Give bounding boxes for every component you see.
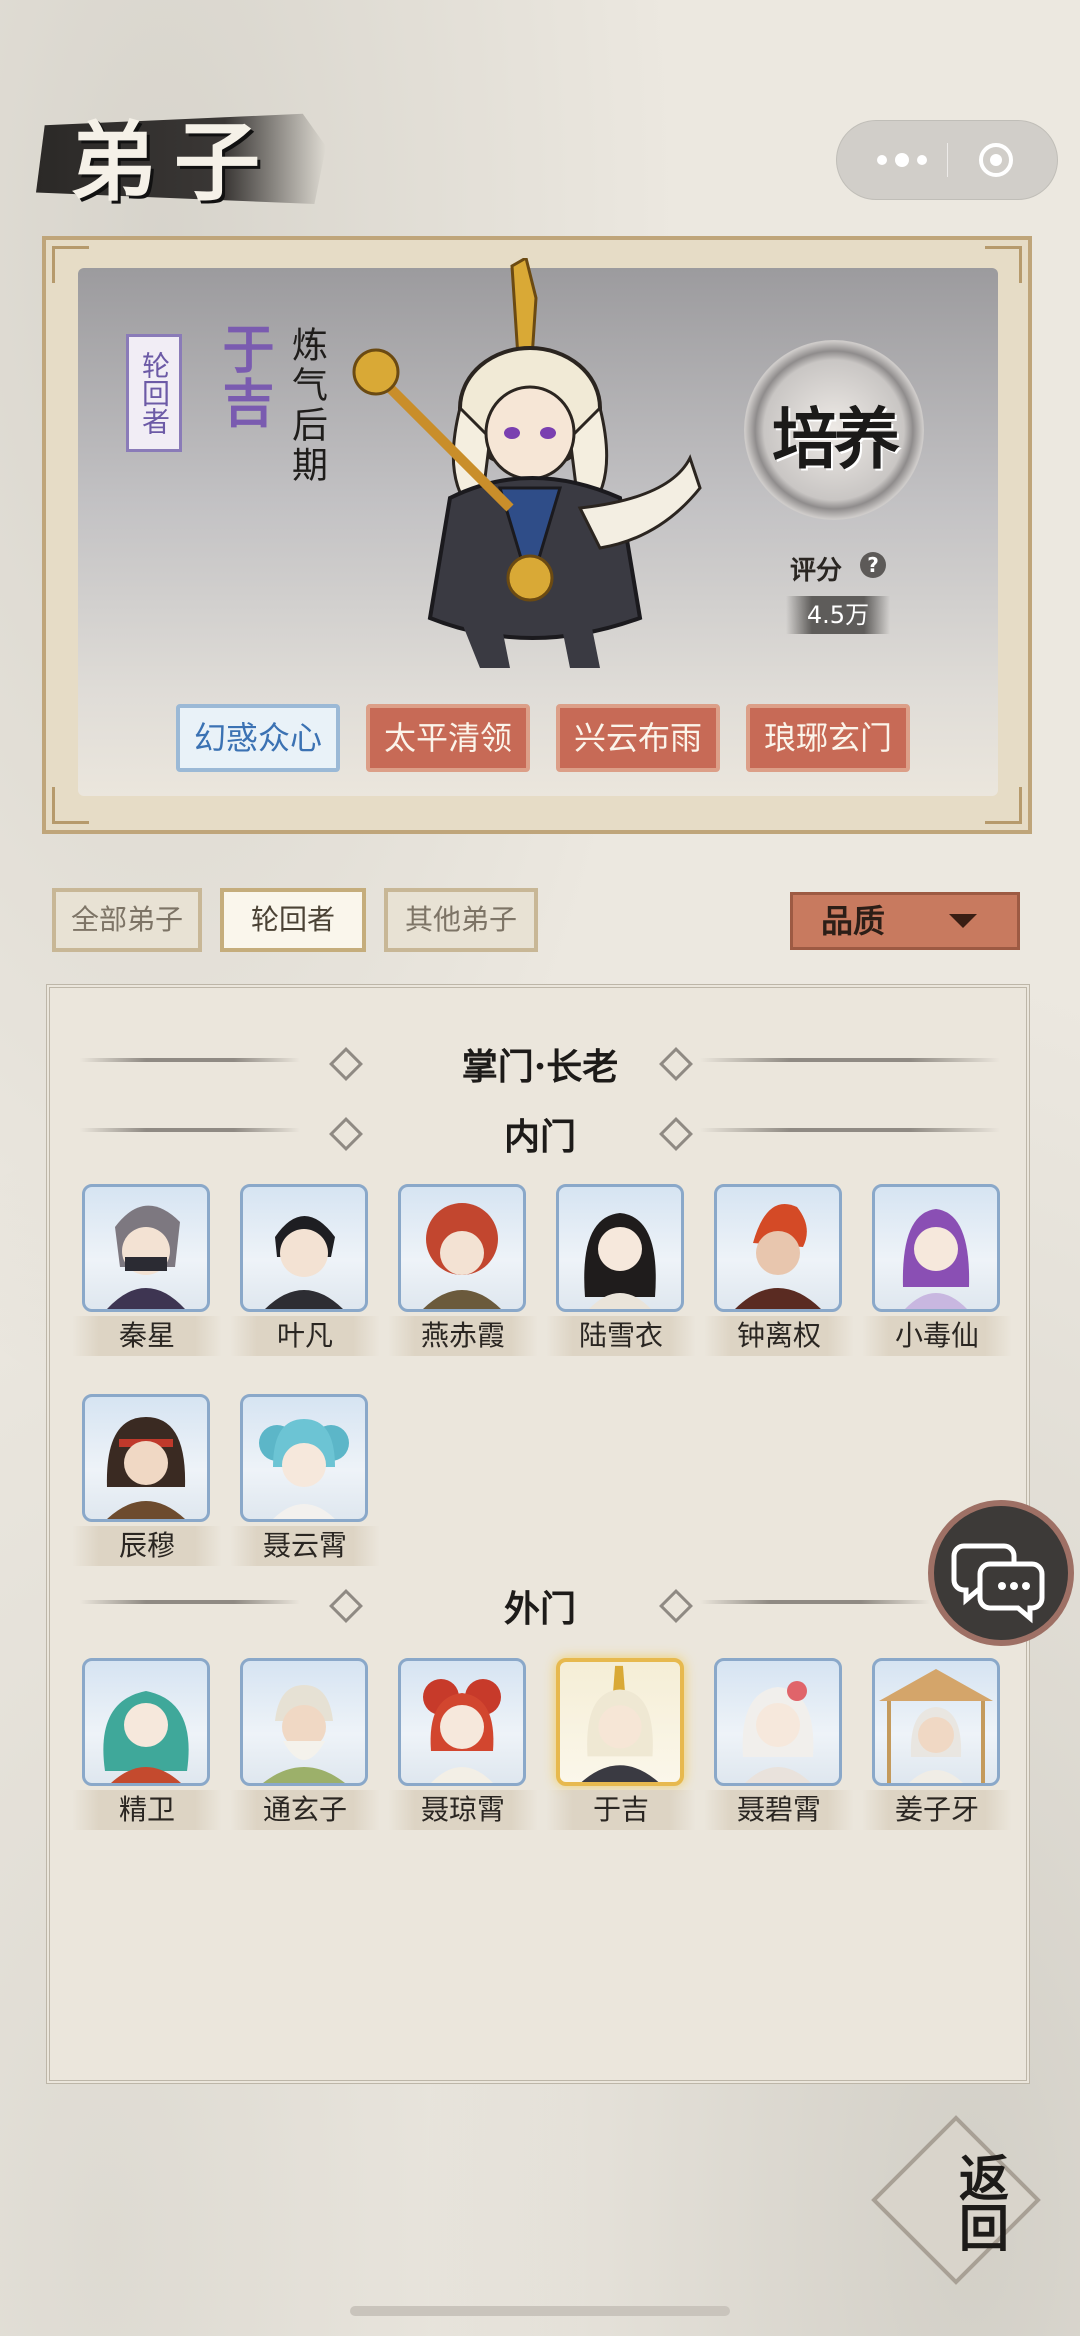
skill-button-1[interactable]: 幻惑众心 (176, 704, 340, 772)
disciple-card[interactable]: 秦星 (72, 1184, 222, 1360)
section-leaders-title: 掌门·长老 (461, 1046, 619, 1088)
target-circle-icon[interactable] (977, 141, 1015, 179)
tab-other-disciples[interactable]: 其他弟子 (384, 888, 538, 952)
more-dots-icon[interactable] (863, 141, 941, 179)
section-outer-title: 外门 (503, 1588, 576, 1630)
disciple-name: 精卫 (72, 1790, 222, 1830)
tab-reincarnators[interactable]: 轮回者 (220, 888, 366, 952)
skill-button-4[interactable]: 琅琊玄门 (746, 704, 910, 772)
home-indicator (350, 2306, 730, 2316)
score-label: 评分 (790, 556, 843, 586)
back-button-label: 返回 (951, 2152, 1010, 2252)
disciple-name: 钟离权 (704, 1316, 854, 1356)
disciple-card[interactable]: 聂琼霄 (388, 1658, 538, 1834)
disciple-portrait (240, 1394, 368, 1522)
section-inner-title: 内门 (503, 1116, 576, 1158)
disciple-card[interactable]: 辰穆 (72, 1394, 222, 1570)
cultivate-label: 培养 (772, 400, 900, 478)
disciple-name: 秦星 (72, 1316, 222, 1356)
character-realm: 炼气后期 (286, 326, 327, 486)
disciple-card[interactable]: 陆雪衣 (546, 1184, 696, 1360)
disciple-name: 陆雪衣 (546, 1316, 696, 1356)
skill-button-2[interactable]: 太平清领 (366, 704, 530, 772)
disciple-portrait (398, 1184, 526, 1312)
disciple-name: 于吉 (546, 1790, 696, 1830)
disciple-name: 通玄子 (230, 1790, 380, 1830)
mini-program-capsule (836, 120, 1058, 200)
capsule-divider (947, 143, 948, 177)
disciple-card[interactable]: 精卫 (72, 1658, 222, 1834)
disciple-portrait (714, 1184, 842, 1312)
disciple-portrait (240, 1658, 368, 1786)
quality-caret-icon (949, 914, 977, 928)
disciple-portrait (82, 1184, 210, 1312)
section-divider (700, 1128, 1000, 1132)
section-divider (700, 1058, 1000, 1062)
help-icon[interactable]: ? (860, 552, 886, 578)
disciple-card-selected[interactable]: 于吉 (546, 1658, 696, 1834)
disciple-portrait (872, 1658, 1000, 1786)
disciple-card[interactable]: 通玄子 (230, 1658, 380, 1834)
disciple-portrait (714, 1658, 842, 1786)
cultivate-button[interactable]: 培养 (744, 340, 924, 520)
disciple-portrait (556, 1184, 684, 1312)
disciple-name: 小毒仙 (862, 1316, 1012, 1356)
disciple-name: 聂碧霄 (704, 1790, 854, 1830)
disciple-name: 辰穆 (72, 1526, 222, 1566)
disciple-name: 叶凡 (230, 1316, 380, 1356)
disciple-card[interactable]: 钟离权 (704, 1184, 854, 1360)
disciple-portrait (556, 1658, 684, 1786)
disciple-portrait (872, 1184, 1000, 1312)
disciple-card[interactable]: 小毒仙 (862, 1184, 1012, 1360)
quality-sort-label: 品质 (821, 902, 886, 940)
disciple-name: 聂云霄 (230, 1526, 380, 1566)
disciple-name: 姜子牙 (862, 1790, 1012, 1830)
page-title: 弟子 (70, 112, 278, 213)
disciple-name: 聂琼霄 (388, 1790, 538, 1830)
tab-all-disciples[interactable]: 全部弟子 (52, 888, 202, 952)
disciple-portrait (82, 1658, 210, 1786)
disciple-name: 燕赤霞 (388, 1316, 538, 1356)
quality-sort-dropdown[interactable]: 品质 (790, 892, 1020, 950)
character-name: 于吉 (213, 322, 274, 430)
disciple-card[interactable]: 燕赤霞 (388, 1184, 538, 1360)
skill-button-3[interactable]: 兴云布雨 (556, 704, 720, 772)
disciple-card[interactable]: 叶凡 (230, 1184, 380, 1360)
rank-seal: 轮回者 (126, 334, 182, 452)
score-value: 4.5万 (786, 596, 890, 634)
disciple-card[interactable]: 姜子牙 (862, 1658, 1012, 1834)
character-portrait (352, 258, 702, 668)
disciple-portrait (82, 1394, 210, 1522)
disciple-card[interactable]: 聂云霄 (230, 1394, 380, 1570)
disciple-card[interactable]: 聂碧霄 (704, 1658, 854, 1834)
section-divider (700, 1600, 930, 1604)
disciple-portrait (398, 1658, 526, 1786)
disciple-portrait (240, 1184, 368, 1312)
